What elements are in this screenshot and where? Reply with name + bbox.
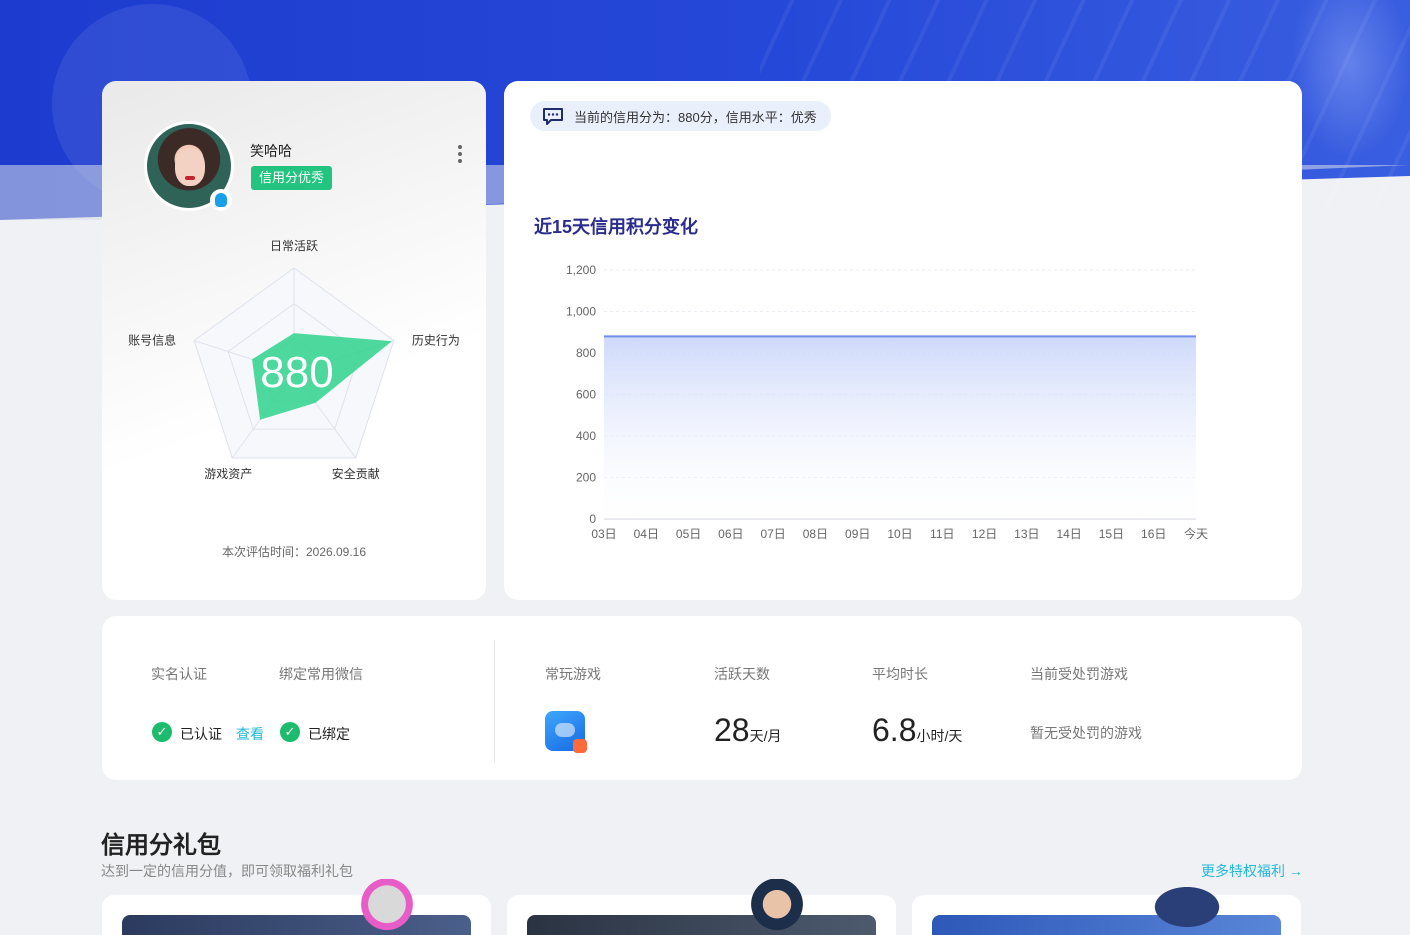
score-banner: 当前的信用分为：880分，信用水平：优秀 (530, 101, 831, 131)
avg-time-value: 6.8 (872, 712, 917, 748)
chart-x-tick-label: 08日 (803, 527, 828, 541)
more-icon[interactable] (454, 143, 466, 165)
gift-card[interactable] (912, 879, 1301, 935)
real-name-label: 实名认证 (151, 666, 207, 682)
chart-x-tick-label: 今天 (1184, 526, 1208, 541)
more-benefits-link[interactable]: 更多特权福利 → (1201, 861, 1303, 881)
radar-axis-label: 历史行为 (412, 334, 460, 348)
qq-icon (210, 189, 232, 211)
chart-x-tick-label: 14日 (1056, 527, 1081, 541)
credit-radar-chart: 880 日常活跃历史行为安全贡献 游戏资产 账号信息 (128, 239, 460, 481)
radar-axis-label: 安全贡献 (332, 466, 380, 481)
radar-axis-label: 日常活跃 (270, 239, 318, 253)
radar-axis-label: 账号信息 (128, 333, 176, 348)
chart-y-tick-label: 0 (589, 512, 596, 526)
chart-y-tick-label: 1,200 (566, 263, 596, 277)
gift-card[interactable] (507, 879, 896, 935)
chart-x-tick-label: 11日 (930, 527, 954, 541)
chart-x-tick-label: 04日 (634, 527, 659, 541)
active-days-unit: 天/月 (749, 728, 782, 744)
radar-axis-label: 游戏资产 (204, 467, 252, 481)
wechat-label: 绑定常用微信 (279, 666, 363, 682)
chart-y-tick-label: 800 (576, 346, 596, 360)
chart-title: 近15天信用积分变化 (534, 217, 699, 237)
chart-area-fill (604, 336, 1196, 519)
avatar-face (175, 148, 205, 186)
chart-x-tick-label: 15日 (1099, 527, 1124, 541)
username: 笑哈哈 (250, 143, 292, 159)
gift-section-subtitle: 达到一定的信用分值，即可领取福利礼包 (101, 863, 353, 879)
credit-chart-card: 当前的信用分为：880分，信用水平：优秀 近15天信用积分变化 0 200 400 6… (504, 81, 1302, 600)
avg-time: 6.8小时/天 (872, 712, 962, 749)
chart-y-tick-label: 600 (576, 388, 596, 402)
penalty-value: 暂无受处罚的游戏 (1030, 725, 1142, 741)
gift-character-art (1142, 879, 1232, 935)
chart-x-tick-label: 05日 (676, 527, 701, 541)
chat-icon (543, 108, 563, 125)
chart-x-tick-label: 16日 (1141, 527, 1166, 541)
chart-y-tick-label: 400 (576, 429, 596, 443)
avatar-lip (185, 176, 195, 180)
eval-time: 本次评估时间：2026.09.16 (221, 545, 367, 559)
chart-x-tick-label: 07日 (760, 527, 785, 541)
hero-character-art (1290, 0, 1410, 160)
avg-time-label: 平均时长 (872, 666, 928, 682)
credit-line-chart: 0 200 400 600 800 1,000 1,200 03日 04日 05日 06日 07日 08… (566, 263, 1208, 541)
view-real-name-link[interactable]: 查看 (236, 724, 264, 744)
active-days-label: 活跃天数 (714, 666, 770, 682)
active-days-value: 28 (714, 712, 750, 748)
active-days: 28天/月 (714, 712, 781, 749)
avg-time-unit: 小时/天 (916, 728, 963, 744)
radar-center-score: 880 (260, 348, 333, 397)
penalty-label: 当前受处罚游戏 (1030, 666, 1128, 682)
gift-character-art (742, 879, 812, 935)
gift-banner-image (527, 915, 876, 935)
stats-card: 实名认证 绑定常用微信 ✓ 已认证 查看 ✓ 已绑定 常玩游戏 活跃天数 28天… (102, 616, 1302, 780)
chart-x-tick-label: 13日 (1014, 527, 1039, 541)
profile-card: 笑哈哈 信用分优秀 880 日常活跃历史行为安全贡献 游戏资产 账号信息 本次评估时… (102, 81, 486, 600)
chart-x-tick-label: 06日 (718, 527, 743, 541)
games-label: 常玩游戏 (545, 666, 601, 682)
gift-card[interactable] (102, 879, 491, 935)
gift-character-art (352, 879, 422, 935)
score-banner-text: 当前的信用分为：880分，信用水平：优秀 (574, 109, 817, 125)
credit-level-badge: 信用分优秀 (251, 166, 333, 190)
chart-x-tick-label: 10日 (887, 527, 912, 541)
check-icon: ✓ (152, 722, 172, 742)
chart-x-tick-label: 09日 (845, 527, 870, 541)
check-icon: ✓ (280, 722, 300, 742)
game-icon[interactable] (545, 711, 587, 753)
chart-y-tick-label: 1,000 (566, 305, 596, 319)
chart-x-tick-label: 03日 (591, 527, 616, 541)
wechat-status: 已绑定 (308, 726, 350, 742)
real-name-status: 已认证 (180, 726, 222, 742)
gift-section-title: 信用分礼包 (101, 832, 221, 859)
stats-divider (494, 640, 495, 762)
chart-y-tick-label: 200 (576, 471, 596, 485)
chart-x-tick-label: 12日 (972, 527, 997, 541)
